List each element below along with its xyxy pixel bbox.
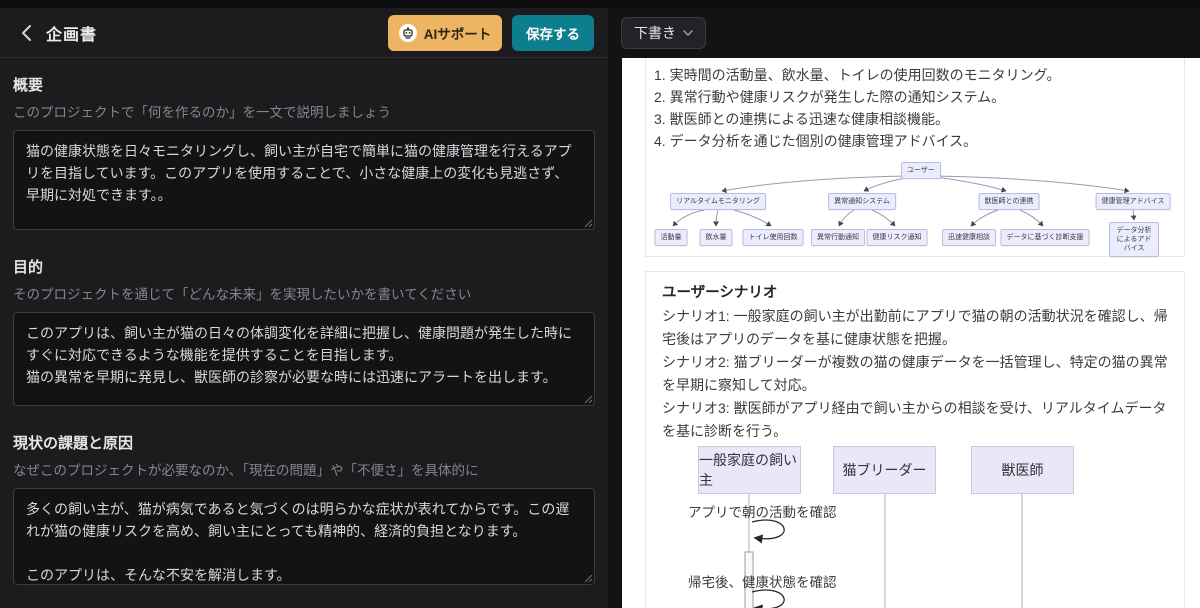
actor-box-vet: 獣医師 [971, 446, 1074, 494]
self-loop-arrow [751, 519, 785, 544]
form-section-overview: 概要 このプロジェクトで「何を作るのか」を一文で説明しましょう 猫の健康状態を日… [13, 74, 595, 230]
preview-panel: 下書き 1. 実時間の活動量、飲水量、トイレの使用回数のモニタリング。 2. 異… [608, 8, 1200, 608]
form-section-problem: 現状の課題と原因 なぜこのプロジェクトが必要なのか、「現在の問題」や「不便さ」を… [13, 432, 595, 585]
flow-node-water: 飲水量 [699, 229, 733, 246]
section-hint: そのプロジェクトを通じて「どんな未来」を実現したいかを書いてください [13, 287, 472, 302]
features-card: 1. 実時間の活動量、飲水量、トイレの使用回数のモニタリング。 2. 異常行動や… [645, 58, 1185, 257]
purpose-textarea[interactable]: このアプリは、飼い主が猫の日々の体調変化を詳細に把握し、健康問題が発生した時にす… [13, 312, 595, 406]
flow-node-monitoring: リアルタイムモニタリング [670, 193, 766, 210]
flow-node-data-diagnosis: データに基づく診断支援 [1000, 229, 1090, 246]
flow-node-risk-alert: 健康リスク通知 [866, 229, 928, 246]
flow-node-health-advice: 健康管理アドバイス [1095, 193, 1171, 210]
editor-panel: 企画書 AIサポート 保存する 概要 このプロジェクトで「何を作るのか」を一文で… [0, 8, 608, 608]
actor-box-breeder: 猫ブリーダー [833, 446, 936, 494]
sequence-diagram: 一般家庭の飼い主 猫ブリーダー 獣医師 アプリで朝の活動を確認 帰宅後、健康状態… [662, 446, 1168, 608]
section-label: 現状の課題と原因 [13, 435, 134, 452]
overview-textarea[interactable]: 猫の健康状態を日々モニタリングし、飼い主が自宅で簡単に猫の健康管理を行えるアプリ… [13, 130, 595, 230]
list-item: 3. 獣医師との連携による迅速な健康相談機能。 [654, 111, 950, 127]
scenario-line: シナリオ2: 猫ブリーダーが複数の猫の健康データを一括管理し、特定の猫の異常を早… [662, 354, 1168, 393]
message-label: 帰宅後、健康状態を確認 [688, 575, 837, 590]
section-label: 目的 [13, 259, 44, 276]
draft-status-label: 下書き [634, 25, 676, 41]
proposal-form: 概要 このプロジェクトで「何を作るのか」を一文で説明しましょう 猫の健康状態を日… [0, 58, 608, 608]
draft-status-dropdown[interactable]: 下書き [621, 17, 706, 49]
flow-node-toilet: トイレ使用回数 [742, 229, 804, 246]
app-window: 企画書 AIサポート 保存する 概要 このプロジェクトで「何を作るのか」を一文で… [0, 0, 1200, 608]
save-label: 保存する [526, 26, 580, 42]
flow-node-alert-system: 異常通知システム [828, 193, 896, 210]
flow-node-vet-link: 獣医師との連携 [978, 193, 1040, 210]
features-list: 1. 実時間の活動量、飲水量、トイレの使用回数のモニタリング。 2. 異常行動や… [646, 58, 1184, 154]
preview-toolbar: 下書き [608, 8, 1200, 58]
section-label: 概要 [13, 77, 44, 94]
preview-document: 1. 実時間の活動量、飲水量、トイレの使用回数のモニタリング。 2. 異常行動や… [622, 58, 1200, 608]
list-item: 2. 異常行動や健康リスクが発生した際の通知システム。 [654, 89, 1006, 105]
user-scenario-heading: ユーザーシナリオ [662, 285, 778, 301]
flow-node-data-advice: データ分析によるアドバイス [1109, 222, 1159, 257]
problem-textarea[interactable]: 多くの飼い主が、猫が病気であると気づくのは明らかな症状が表れてからです。この遅れ… [13, 488, 595, 585]
robot-icon [398, 23, 417, 42]
feature-map-diagram: ユーザー リアルタイムモニタリング 異常通知システム 獣医師との連携 健康管理ア… [646, 156, 1184, 257]
scenario-line: シナリオ3: 獣医師がアプリ経由で飼い主からの相談を受け、リアルタイムデータを基… [662, 400, 1167, 439]
form-section-purpose: 目的 そのプロジェクトを通じて「どんな未来」を実現したいかを書いてください この… [13, 256, 595, 406]
flow-node-user: ユーザー [901, 162, 941, 179]
save-button[interactable]: 保存する [512, 14, 594, 51]
back-chevron-icon [21, 24, 31, 41]
list-item: 1. 実時間の活動量、飲水量、トイレの使用回数のモニタリング。 [654, 67, 1061, 83]
back-button[interactable] [14, 21, 38, 45]
chevron-down-icon [683, 30, 693, 36]
list-item: 4. データ分析を通じた個別の健康管理アドバイス。 [654, 133, 978, 149]
flow-node-behavior-alert: 異常行動通知 [811, 229, 865, 246]
scenario-card: ユーザーシナリオ シナリオ1: 一般家庭の飼い主が出勤前にアプリで猫の朝の活動状… [645, 271, 1185, 608]
flow-node-quick-consult: 迅速健康相談 [942, 229, 996, 246]
card-gap [622, 257, 1200, 271]
section-hint: なぜこのプロジェクトが必要なのか、「現在の問題」や「不便さ」を具体的に [13, 463, 479, 478]
message-label: アプリで朝の活動を確認 [688, 505, 837, 520]
scenario-line: シナリオ1: 一般家庭の飼い主が出勤前にアプリで猫の朝の活動状況を確認し、帰宅後… [662, 308, 1168, 347]
main-split: 企画書 AIサポート 保存する 概要 このプロジェクトで「何を作るのか」を一文で… [0, 8, 1200, 608]
flow-node-activity: 活動量 [654, 229, 688, 246]
page-title: 企画書 [46, 26, 98, 44]
actor-box-owner: 一般家庭の飼い主 [698, 446, 801, 494]
section-hint: このプロジェクトで「何を作るのか」を一文で説明しましょう [13, 105, 391, 120]
editor-header: 企画書 AIサポート 保存する [0, 8, 608, 58]
window-top-strip [0, 0, 1200, 8]
ai-support-button[interactable]: AIサポート [388, 14, 502, 51]
self-loop-arrow [751, 589, 785, 608]
ai-support-label: AIサポート [423, 26, 492, 42]
